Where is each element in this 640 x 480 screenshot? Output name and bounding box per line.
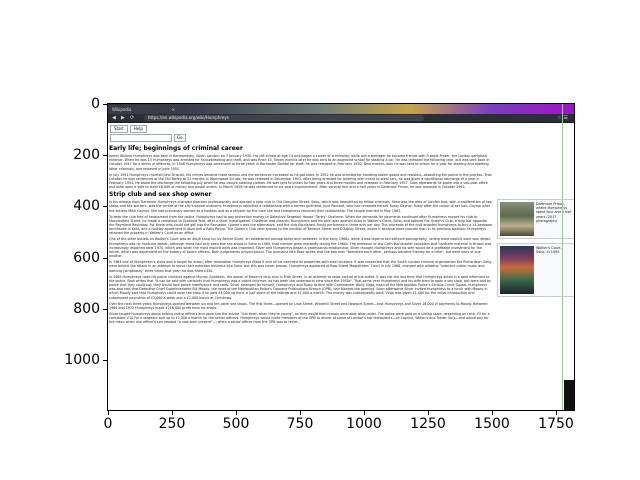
url-field[interactable]: https://en.wikipedia.org/wiki/Humphreys <box>144 115 424 121</box>
thumbnail-caption: Dartmoor Prison, where Humphreys spent f… <box>536 202 572 223</box>
forward-icon[interactable]: ▶ <box>121 115 125 121</box>
x-tick <box>172 411 173 415</box>
paragraph: To keep the club free of harassment from… <box>109 214 493 236</box>
y-tick-label: 1000 <box>64 352 100 368</box>
paragraph: In 1969 Humphreys used his police contac… <box>109 274 492 300</box>
x-tick-label: 0 <box>103 416 113 432</box>
section-heading: Strip club and sex shop owner <box>109 191 212 199</box>
x-tick-label: 250 <box>158 416 186 432</box>
y-tick-label: 200 <box>73 147 100 163</box>
x-tick <box>428 411 429 415</box>
tab-help[interactable]: Help <box>129 125 147 133</box>
y-tick-label: 400 <box>73 198 100 214</box>
x-tick-label: 500 <box>222 416 250 432</box>
x-tick <box>236 411 237 415</box>
paragraph: In his release from Dartmoor Humphreys c… <box>109 200 492 213</box>
wiki-tabs: Start Help <box>110 125 147 133</box>
paragraph: In 1964 one of Humphreys's clubs was a t… <box>109 260 492 273</box>
browser-tab-title: Wikipedia <box>112 107 132 112</box>
close-icon[interactable]: ✕ <box>172 105 175 114</box>
x-tick <box>300 411 301 415</box>
thumbnail: Dartmoor Prison, where Humphreys spent f… <box>497 199 574 239</box>
y-tick-label: 600 <box>73 250 100 266</box>
menu-icon[interactable]: ☰ <box>564 115 570 121</box>
paragraph: One of the other outlets on Walker's Cou… <box>109 237 492 259</box>
x-tick-label: 1250 <box>410 416 446 432</box>
paragraph: In July 1951 Humphreys married June Dris… <box>109 172 492 190</box>
x-tick-label: 1500 <box>474 416 510 432</box>
paragraph: Silver taught Humphreys about bribing po… <box>109 311 490 325</box>
paragraph: James William Humphreys was born in Berm… <box>109 154 490 171</box>
search-row: Go <box>110 134 186 142</box>
toolbar-icons: ☆☰ <box>557 115 570 121</box>
back-icon[interactable]: ◀ <box>112 115 116 121</box>
paragraph: Over the next three years Humphreys open… <box>109 301 488 310</box>
x-tick <box>364 411 365 415</box>
x-tick <box>556 411 557 415</box>
photo-dartmoor[interactable] <box>500 202 534 236</box>
reload-icon[interactable]: ⟳ <box>130 115 134 121</box>
browser-titlebar: Wikipedia ✕ <box>108 104 574 114</box>
browser-addressbar: ◀ ▶ ⟳ https://en.wikipedia.org/wiki/Hump… <box>108 114 574 123</box>
x-tick <box>108 411 109 415</box>
go-button[interactable]: Go <box>174 134 186 142</box>
photo-walkers-court[interactable] <box>500 246 534 294</box>
guide-line <box>562 104 563 410</box>
article-body: Early life; beginnings of criminal caree… <box>109 144 493 326</box>
x-tick-label: 750 <box>286 416 314 432</box>
x-tick-label: 1750 <box>538 416 574 432</box>
x-tick <box>492 411 493 415</box>
x-tick-label: 1000 <box>346 416 382 432</box>
browser-tab[interactable]: Wikipedia ✕ <box>108 105 178 114</box>
search-input[interactable] <box>110 134 172 142</box>
screenshot-frame: Wikipedia ✕ ◀ ▶ ⟳ https://en.wikipedia.o… <box>107 103 575 411</box>
y-tick-label: 800 <box>73 301 100 317</box>
thumbnail-caption: Walker's Court, Soho, in 1990 <box>536 246 562 255</box>
y-tick-label: 0 <box>91 96 100 112</box>
tab-start[interactable]: Start <box>110 125 128 133</box>
article-sidebar: Dartmoor Prison, where Humphreys spent f… <box>497 199 574 301</box>
section-heading: Early life; beginnings of criminal caree… <box>109 145 243 152</box>
web-page: Start Help Go Early life; beginnings of … <box>108 123 574 410</box>
dark-corner <box>564 380 574 410</box>
thumbnail: Walker's Court, Soho, in 1990 <box>497 243 574 297</box>
